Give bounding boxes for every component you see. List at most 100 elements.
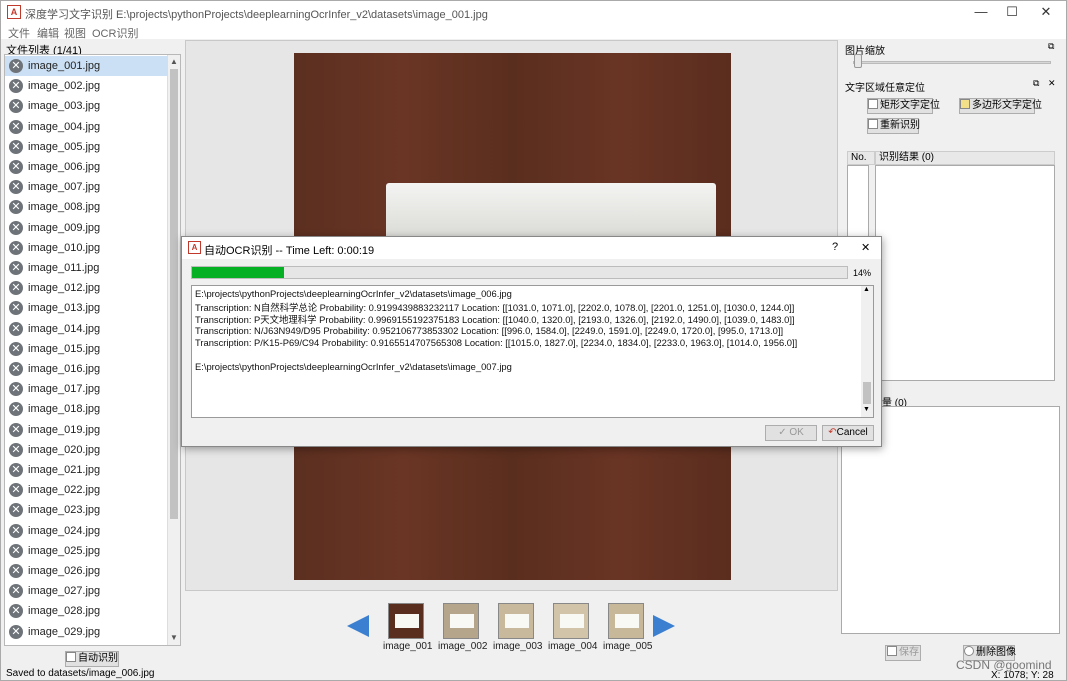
file-name-label: image_015.jpg: [28, 342, 101, 355]
maximize-button[interactable]: ☐: [997, 3, 1027, 21]
menu-view[interactable]: 视图: [64, 25, 86, 41]
file-list-item[interactable]: ✕ image_024.jpg: [5, 521, 168, 541]
next-arrow-icon[interactable]: [653, 615, 675, 637]
file-list-item[interactable]: ✕ image_004.jpg: [5, 117, 168, 137]
float-icon[interactable]: ⧉: [1048, 41, 1054, 52]
file-list-item[interactable]: ✕ image_018.jpg: [5, 399, 168, 419]
file-list-item[interactable]: ✕ image_012.jpg: [5, 278, 168, 298]
zoom-slider-handle[interactable]: [854, 54, 862, 68]
file-list-item[interactable]: ✕ image_011.jpg: [5, 258, 168, 278]
float-icon[interactable]: ⧉: [1033, 78, 1039, 89]
scrollbar-thumb[interactable]: [170, 69, 178, 519]
dialog-close-button[interactable]: ✕: [861, 241, 870, 254]
file-list-item[interactable]: ✕ image_023.jpg: [5, 500, 168, 520]
file-list-item[interactable]: ✕ image_010.jpg: [5, 238, 168, 258]
auto-ocr-button[interactable]: 自动识别: [65, 651, 119, 667]
rect-locate-button[interactable]: 矩形文字定位: [867, 98, 940, 114]
file-list-item[interactable]: ✕ image_029.jpg: [5, 622, 168, 642]
file-name-label: image_028.jpg: [28, 605, 101, 618]
file-list-item[interactable]: ✕ image_009.jpg: [5, 218, 168, 238]
thumbnail[interactable]: [498, 603, 534, 639]
file-list-item[interactable]: ✕ image_022.jpg: [5, 480, 168, 500]
file-list-item[interactable]: ✕ image_001.jpg: [5, 56, 168, 76]
file-name-label: image_008.jpg: [28, 201, 101, 214]
file-list-item[interactable]: ✕ image_008.jpg: [5, 197, 168, 217]
reocr-label: 重新识别: [880, 120, 920, 131]
thumbnail[interactable]: [553, 603, 589, 639]
unprocessed-status-icon: ✕: [9, 180, 23, 195]
window-title: 深度学习文字识别 E:\projects\pythonProjects\deep…: [25, 9, 488, 21]
ok-button[interactable]: ✓ OK: [765, 425, 817, 441]
file-name-label: image_029.jpg: [28, 625, 101, 638]
col-header-no[interactable]: No.: [847, 151, 875, 165]
file-list-item[interactable]: ✕ image_015.jpg: [5, 339, 168, 359]
unprocessed-status-icon: ✕: [9, 99, 23, 114]
save-button[interactable]: 保存: [885, 645, 921, 661]
ocr-icon: [66, 652, 76, 662]
progress-bar: [191, 266, 848, 279]
auto-ocr-label: 自动识别: [78, 653, 118, 664]
file-name-label: image_001.jpg: [28, 60, 101, 72]
scroll-down-icon[interactable]: ▼: [168, 632, 180, 644]
col-header-result[interactable]: 识别结果 (0): [875, 151, 1055, 165]
file-list-scrollbar[interactable]: ▲ ▼: [167, 55, 180, 645]
thumbnail-label: image_001: [383, 641, 433, 652]
thumbnail[interactable]: [388, 603, 424, 639]
log-line: Transcription: N/J63N949/D95 Probability…: [195, 324, 784, 336]
prev-arrow-icon[interactable]: [347, 615, 369, 637]
unprocessed-status-icon: ✕: [9, 59, 23, 73]
close-button[interactable]: ✕: [1031, 3, 1061, 21]
file-list-item[interactable]: ✕ image_025.jpg: [5, 541, 168, 561]
zoom-slider-track[interactable]: [853, 61, 1051, 64]
unprocessed-status-icon: ✕: [9, 463, 23, 477]
file-list-item[interactable]: ✕ image_007.jpg: [5, 177, 168, 197]
file-list-item[interactable]: ✕ image_003.jpg: [5, 96, 168, 116]
unprocessed-status-icon: ✕: [9, 503, 23, 518]
file-list-item[interactable]: ✕ image_017.jpg: [5, 379, 168, 399]
file-list-item[interactable]: ✕ image_019.jpg: [5, 420, 168, 440]
scroll-up-icon[interactable]: ▲: [168, 56, 180, 68]
check-icon: ✓: [778, 427, 787, 438]
log-scroll-thumb[interactable]: [863, 382, 871, 404]
thumbnail-label-card: [450, 614, 474, 628]
thumbnail-label: image_004: [548, 641, 598, 652]
file-name-label: image_017.jpg: [28, 383, 101, 396]
thumbnail-label: image_005: [603, 641, 653, 652]
minimize-button[interactable]: —: [966, 3, 996, 21]
unprocessed-status-icon: ✕: [9, 160, 23, 174]
log-scrollbar[interactable]: ▲ ▼: [861, 286, 873, 417]
file-name-label: image_024.jpg: [28, 524, 101, 537]
file-list-item[interactable]: ✕ image_026.jpg: [5, 561, 168, 581]
scroll-up-icon[interactable]: ▲: [863, 286, 870, 293]
file-list-item[interactable]: ✕ image_014.jpg: [5, 319, 168, 339]
file-list-item[interactable]: ✕ image_005.jpg: [5, 137, 168, 157]
file-list-item[interactable]: ✕ image_020.jpg: [5, 440, 168, 460]
file-list-item[interactable]: ✕ image_002.jpg: [5, 76, 168, 96]
file-list-item[interactable]: ✕ image_013.jpg: [5, 298, 168, 318]
thumbnail-label: image_002: [438, 641, 488, 652]
delete-label: 删除图像: [976, 647, 1016, 658]
close-icon[interactable]: ✕: [1048, 78, 1056, 89]
reocr-button[interactable]: 重新识别: [867, 118, 920, 134]
unprocessed-status-icon: ✕: [9, 240, 23, 255]
file-list-item[interactable]: ✕ image_028.jpg: [5, 601, 168, 621]
cancel-button[interactable]: ↶Cancel: [822, 425, 874, 441]
thumbnail[interactable]: [608, 603, 644, 639]
locate-panel-header: 文字区域任意定位 ⧉ ✕: [842, 78, 1060, 94]
file-list-item[interactable]: ✕ image_006.jpg: [5, 157, 168, 177]
menu-ocr[interactable]: OCR识别: [92, 25, 138, 41]
log-line: Transcription: P/K15-P69/C94 Probability…: [195, 336, 798, 348]
menu-edit[interactable]: 编辑: [37, 25, 59, 41]
file-name-label: image_025.jpg: [28, 544, 101, 557]
poly-locate-button[interactable]: 多边形文字定位: [959, 98, 1042, 114]
help-button[interactable]: ?: [832, 241, 838, 253]
result-list[interactable]: [875, 165, 1055, 381]
file-list-item[interactable]: ✕ image_021.jpg: [5, 460, 168, 480]
scroll-down-icon[interactable]: ▼: [863, 406, 870, 413]
file-list-item[interactable]: ✕ image_027.jpg: [5, 581, 168, 601]
menu-file[interactable]: 文件: [8, 25, 30, 41]
thumbnail[interactable]: [443, 603, 479, 639]
file-list-item[interactable]: ✕ image_016.jpg: [5, 359, 168, 379]
ocr-log[interactable]: ▲ ▼ E:\projects\pythonProjects\deeplearn…: [191, 285, 874, 418]
unprocessed-status-icon: ✕: [9, 402, 23, 417]
